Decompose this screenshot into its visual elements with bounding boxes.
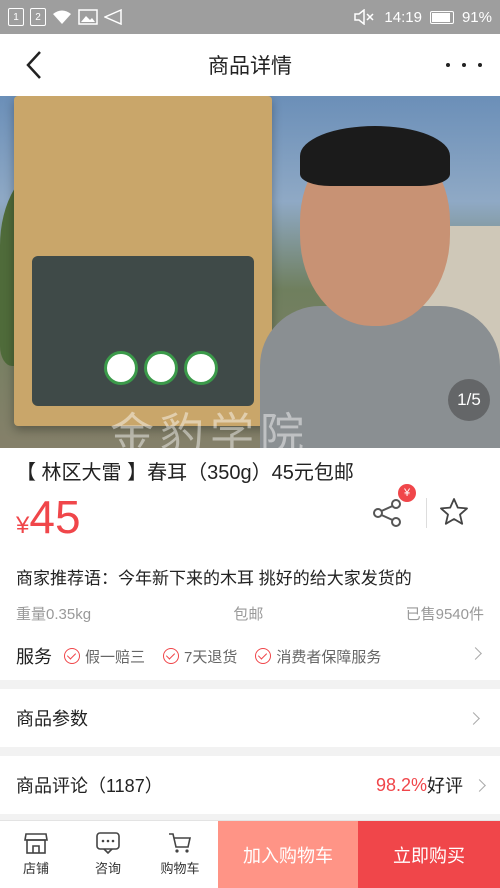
sim2-label: 2 <box>35 11 41 23</box>
buy-now-button[interactable]: 立即购买 <box>358 821 500 888</box>
page-title: 商品详情 <box>208 55 292 78</box>
nav-bar: 商品详情 <box>0 34 500 96</box>
check-circle-icon <box>64 648 80 664</box>
send-icon <box>104 9 122 25</box>
service-label: 服务 <box>16 647 52 667</box>
check-circle-icon <box>163 648 180 664</box>
product-meta: 重量0.35kg 包邮 已售9540件 <box>16 603 484 624</box>
chevron-right-icon <box>473 778 486 792</box>
consult-button[interactable]: 咨询 <box>72 821 144 888</box>
divider <box>426 498 427 528</box>
sim2-icon: 2 <box>30 8 46 26</box>
back-icon[interactable] <box>18 48 50 82</box>
favorite-star-icon[interactable] <box>438 496 470 528</box>
image-icon <box>78 9 98 25</box>
package-badges <box>104 351 218 385</box>
wifi-icon <box>53 10 71 24</box>
service-item-label: 7天退货 <box>184 648 238 666</box>
battery-percent: 91% <box>461 8 492 26</box>
battery-level <box>431 12 450 22</box>
service-item: 假一赔三 <box>64 646 145 667</box>
positive-rate: 98.2% <box>375 774 427 795</box>
mute-icon <box>354 9 374 25</box>
share-reward-badge: ¥ <box>398 484 416 502</box>
status-bar: 1 2 14:19 91% <box>0 0 500 34</box>
shop-icon <box>24 833 48 854</box>
sim1-label: 1 <box>13 11 19 23</box>
service-item-label: 消费者保障服务 <box>276 648 382 666</box>
battery-icon <box>429 10 454 24</box>
product-title: 【 林区大雷 】春耳（350g）45元包邮 <box>16 462 354 484</box>
positive-label: 好评 <box>427 776 463 796</box>
sim1-icon: 1 <box>8 8 24 26</box>
product-params-row[interactable]: 商品参数 <box>0 689 500 747</box>
consult-label: 咨询 <box>94 861 121 876</box>
product-price: ¥45 <box>16 490 81 544</box>
shipping: 包邮 <box>233 606 264 623</box>
shop-label: 店铺 <box>22 861 49 876</box>
service-row[interactable]: 服务 假一赔三 7天退货 消费者保障服务 <box>16 643 486 669</box>
sold-count: 已售9540件 <box>405 606 484 623</box>
cart-button[interactable]: 购物车 <box>144 821 216 888</box>
currency-symbol: ¥ <box>16 512 30 539</box>
more-icon[interactable] <box>446 50 482 80</box>
image-counter: 1/5 <box>448 379 490 421</box>
product-image[interactable]: 金豹学院 1/5 <box>0 96 500 448</box>
merchant-recommendation: 商家推荐语：今年新下来的木耳 挑好的给大家发货的 <box>16 569 412 588</box>
service-item: 7天退货 <box>163 646 237 667</box>
chevron-right-icon <box>469 647 482 660</box>
cart-label: 购物车 <box>160 861 200 876</box>
weight: 重量0.35kg <box>16 606 92 623</box>
cart-icon <box>169 833 191 853</box>
reviews-label: 商品评论（1187） <box>16 776 163 796</box>
add-to-cart-button[interactable]: 加入购物车 <box>218 821 358 888</box>
watermark: 金豹学院 <box>110 409 310 448</box>
product-info: 【 林区大雷 】春耳（350g）45元包邮 ¥45 ¥ 商家推荐语：今年新下来的… <box>0 448 500 680</box>
shop-button[interactable]: 店铺 <box>0 821 72 888</box>
service-item-label: 假一赔三 <box>85 648 146 666</box>
service-item: 消费者保障服务 <box>255 646 381 667</box>
params-label: 商品参数 <box>16 709 88 729</box>
price-value: 45 <box>29 491 81 543</box>
bottom-action-bar: 店铺 咨询 购物车 加入购物车 立即购买 <box>0 820 500 888</box>
chevron-right-icon <box>467 711 480 725</box>
check-circle-icon <box>255 648 272 664</box>
chat-icon <box>96 832 120 854</box>
product-reviews-row[interactable]: 商品评论（1187） 98.2% 好评 <box>0 756 500 814</box>
product-package <box>14 96 272 426</box>
share-icon[interactable] <box>370 496 404 530</box>
clock: 14:19 <box>384 8 422 26</box>
